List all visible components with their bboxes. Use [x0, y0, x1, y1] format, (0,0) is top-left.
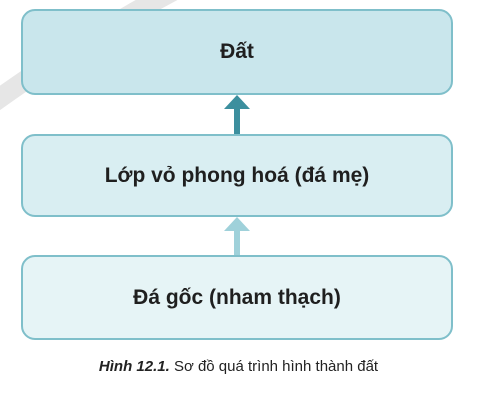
soil-label: Đất [220, 40, 254, 63]
bedrock-box: Đá gốc (nham thạch) [21, 255, 453, 340]
figure-caption: Hình 12.1. Sơ đồ quá trình hình thành đấ… [0, 358, 477, 375]
weathering-layer-box: Lớp vỏ phong hoá (đá mẹ) [21, 134, 453, 217]
figure-caption-text: Sơ đồ quá trình hình thành đất [173, 358, 379, 375]
bedrock-label: Đá gốc (nham thạch) [133, 285, 341, 309]
soil-box: Đất [21, 9, 453, 95]
figure-number: Hình 12.1. [98, 358, 170, 375]
arrow-up-icon-upper [224, 95, 250, 134]
arrow-up-icon-lower [224, 217, 250, 255]
weathering-layer-label: Lớp vỏ phong hoá (đá mẹ) [104, 163, 370, 187]
